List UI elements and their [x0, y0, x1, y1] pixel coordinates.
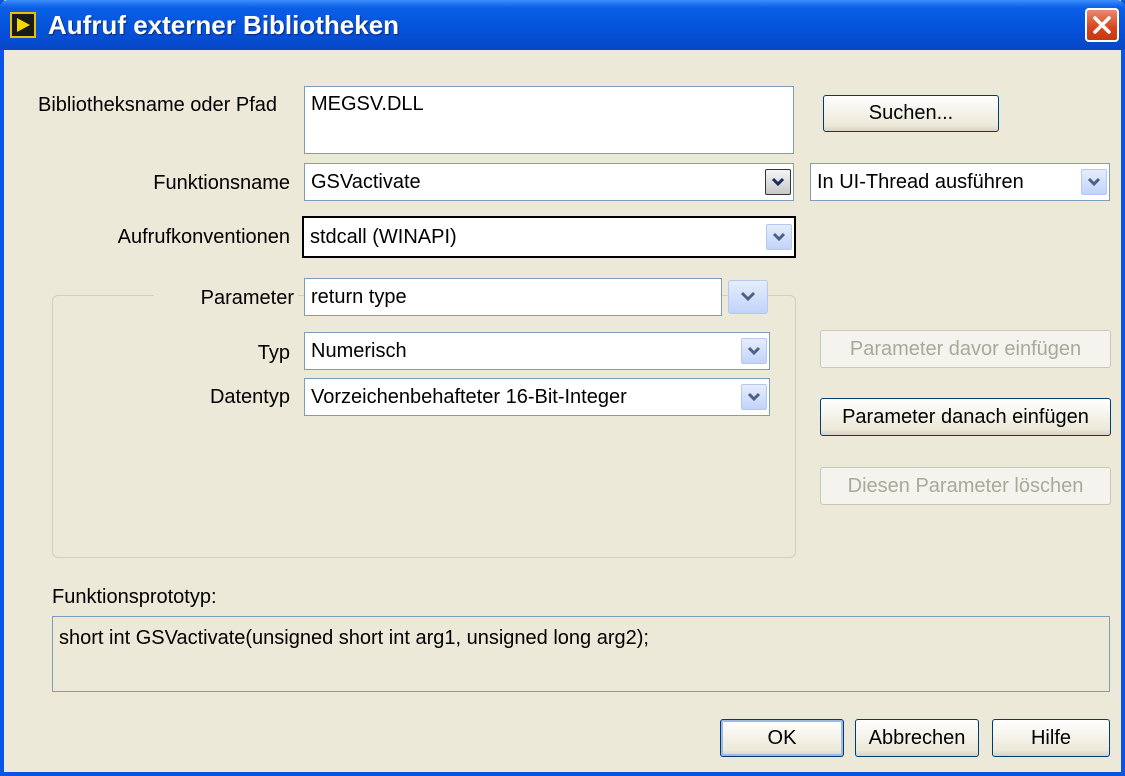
parameter-label: Parameter — [154, 287, 298, 310]
datatype-label: Datentyp — [209, 386, 290, 408]
close-icon — [1093, 16, 1111, 34]
chevron-down-icon[interactable] — [1081, 169, 1107, 195]
library-path-input[interactable]: MEGSV.DLL — [304, 86, 794, 154]
function-prototype: short int GSVactivate(unsigned short int… — [52, 616, 1110, 692]
prototype-label: Funktionsprototyp: — [52, 586, 217, 608]
calling-convention-value: stdcall (WINAPI) — [310, 226, 457, 248]
chevron-down-icon[interactable] — [766, 224, 792, 250]
dialog-window: Aufruf externer Bibliotheken Bibliotheks… — [0, 0, 1125, 776]
datatype-value: Vorzeichenbehafteter 16-Bit-Integer — [311, 386, 627, 408]
parameter-input[interactable]: return type — [304, 278, 722, 316]
calling-convention-select[interactable]: stdcall (WINAPI) — [302, 216, 796, 258]
browse-button[interactable]: Suchen... — [823, 95, 999, 132]
library-label: Bibliotheksname oder Pfad — [38, 94, 278, 116]
thread-value: In UI-Thread ausführen — [817, 171, 1024, 193]
labview-icon — [10, 12, 36, 38]
close-button[interactable] — [1085, 8, 1119, 42]
function-name-value: GSVactivate — [311, 171, 421, 193]
insert-parameter-after-button[interactable]: Parameter danach einfügen — [820, 398, 1111, 436]
help-button[interactable]: Hilfe — [992, 719, 1110, 757]
function-name-label: Funktionsname — [153, 172, 290, 194]
parameter-dropdown-button[interactable] — [728, 280, 768, 314]
function-name-select[interactable]: GSVactivate — [304, 163, 794, 201]
ok-button[interactable]: OK — [720, 719, 844, 757]
type-value: Numerisch — [311, 340, 407, 362]
datatype-select[interactable]: Vorzeichenbehafteter 16-Bit-Integer — [304, 378, 770, 416]
delete-parameter-button[interactable]: Diesen Parameter löschen — [820, 467, 1111, 505]
title-bar[interactable]: Aufruf externer Bibliotheken — [0, 0, 1125, 50]
chevron-down-icon[interactable] — [741, 384, 767, 410]
type-select[interactable]: Numerisch — [304, 332, 770, 370]
chevron-down-icon[interactable] — [765, 169, 791, 195]
window-title: Aufruf externer Bibliotheken — [48, 10, 400, 40]
cancel-button[interactable]: Abbrechen — [855, 719, 979, 757]
chevron-down-icon[interactable] — [741, 338, 767, 364]
type-label: Typ — [257, 342, 290, 364]
thread-select[interactable]: In UI-Thread ausführen — [810, 163, 1110, 201]
dialog-body: Bibliotheksname oder Pfad MEGSV.DLL Such… — [4, 50, 1121, 772]
calling-convention-label: Aufrufkonventionen — [117, 226, 290, 248]
insert-parameter-before-button[interactable]: Parameter davor einfügen — [820, 330, 1111, 368]
chevron-down-icon — [740, 291, 756, 302]
